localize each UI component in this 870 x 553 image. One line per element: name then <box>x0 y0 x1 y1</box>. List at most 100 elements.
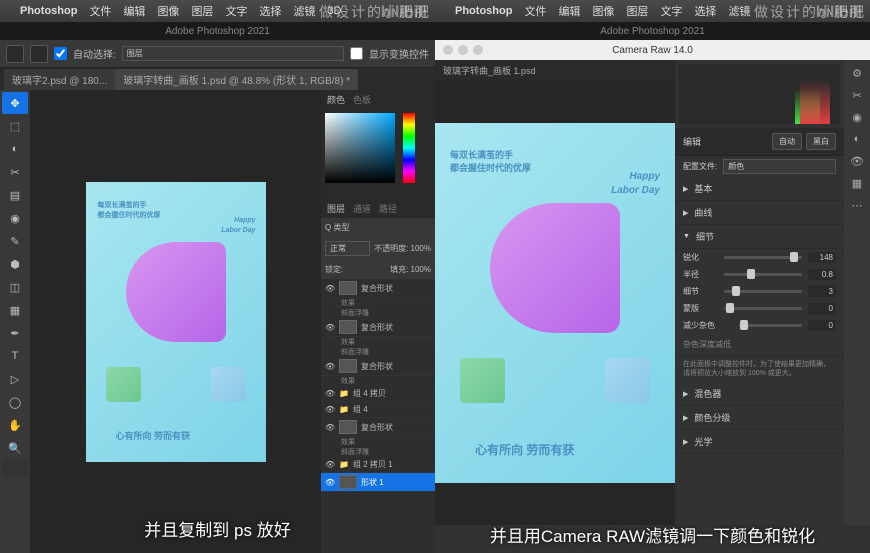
hue-slider[interactable] <box>403 113 415 183</box>
menu-file[interactable]: 文件 <box>89 3 111 19</box>
redeye-icon[interactable]: 👁 <box>848 152 866 170</box>
color-tab[interactable]: 颜色 <box>327 93 345 106</box>
transform-checkbox[interactable] <box>350 47 363 60</box>
blend-mode-dropdown[interactable]: 正常 <box>325 241 370 256</box>
color-picker[interactable] <box>321 109 435 199</box>
slider-thumb[interactable] <box>740 320 748 330</box>
auto-select-checkbox[interactable] <box>54 47 67 60</box>
layers-list[interactable]: 👁复合形状 效果 斜面浮雕 👁复合形状 效果 斜面浮雕 👁复合形状 效果 👁📁组… <box>321 279 435 553</box>
canvas-area[interactable]: 每双长满茧的手 都会握住时代的优厚 Happy Labor Day 心有所向 劳… <box>30 90 321 553</box>
pen-tool[interactable]: ✒ <box>2 322 28 344</box>
brush-tool[interactable]: ✎ <box>2 230 28 252</box>
preset-icon[interactable]: ▦ <box>848 174 866 192</box>
lasso-tool[interactable]: ◐ <box>2 138 28 160</box>
hand-tool[interactable]: ✋ <box>2 414 28 436</box>
layer-item[interactable]: 👁复合形状 <box>321 279 435 298</box>
menu-file[interactable]: 文件 <box>524 3 546 19</box>
layers-tab[interactable]: 图层 <box>327 202 345 215</box>
detail-section[interactable]: ▼细节 <box>675 225 844 249</box>
color-field[interactable] <box>325 113 395 183</box>
color-grade-section[interactable]: ▶颜色分级 <box>675 406 844 430</box>
menu-type[interactable]: 文字 <box>225 3 247 19</box>
curve-section[interactable]: ▶曲线 <box>675 201 844 225</box>
sharpen-value[interactable]: 148 <box>808 252 836 263</box>
mask-icon[interactable]: ◐ <box>848 130 866 148</box>
layer-item[interactable]: 👁复合形状 <box>321 418 435 437</box>
cr-doc-tab[interactable]: 玻璃字转曲_画板 1.psd <box>435 60 675 81</box>
optics-section[interactable]: ▶光学 <box>675 430 844 454</box>
move-tool-icon[interactable] <box>30 45 48 63</box>
min-dot[interactable] <box>458 45 468 55</box>
visibility-icon[interactable]: 👁 <box>325 405 335 414</box>
channels-tab[interactable]: 通道 <box>353 202 371 215</box>
zoom-tool[interactable]: 🔍 <box>2 437 28 459</box>
close-dot[interactable] <box>443 45 453 55</box>
auto-button[interactable]: 自动 <box>772 133 802 150</box>
sharpen-track[interactable] <box>724 256 802 259</box>
slider-thumb[interactable] <box>726 303 734 313</box>
menu-photoshop[interactable]: Photoshop <box>20 5 77 17</box>
visibility-icon[interactable]: 👁 <box>325 460 335 469</box>
home-icon[interactable] <box>6 45 24 63</box>
layer-item-selected[interactable]: 👁形状 1 <box>321 473 435 492</box>
menu-type[interactable]: 文字 <box>660 3 682 19</box>
layer-fx[interactable]: 效果 <box>321 337 435 347</box>
swatches-tab[interactable]: 色板 <box>353 93 371 106</box>
layer-fx-bevel[interactable]: 斜面浮雕 <box>321 308 435 318</box>
marquee-tool[interactable]: ⬚ <box>2 115 28 137</box>
stamp-tool[interactable]: ⬢ <box>2 253 28 275</box>
layer-item[interactable]: 👁复合形状 <box>321 357 435 376</box>
menu-layer[interactable]: 图层 <box>626 3 648 19</box>
visibility-icon[interactable]: 👁 <box>325 362 335 371</box>
eyedropper-tool[interactable]: ◉ <box>2 207 28 229</box>
radius-value[interactable]: 0.8 <box>808 269 836 280</box>
menu-edit[interactable]: 编辑 <box>123 3 145 19</box>
menu-edit[interactable]: 编辑 <box>558 3 580 19</box>
menu-filter[interactable]: 滤镜 <box>728 3 750 19</box>
noise-value[interactable]: 0 <box>808 320 836 331</box>
menu-layer[interactable]: 图层 <box>191 3 213 19</box>
radius-track[interactable] <box>724 273 802 276</box>
edit-icon[interactable]: ⚙ <box>848 64 866 82</box>
fg-color[interactable] <box>2 460 28 476</box>
paths-tab[interactable]: 路径 <box>379 202 397 215</box>
visibility-icon[interactable]: 👁 <box>325 389 335 398</box>
move-tool[interactable]: ✥ <box>2 92 28 114</box>
visibility-icon[interactable]: 👁 <box>325 423 335 432</box>
doc-tab-1[interactable]: 玻璃字转曲_画板 1.psd @ 48.8% (形状 1, RGB/8) * <box>115 69 358 90</box>
frame-tool[interactable]: ▤ <box>2 184 28 206</box>
layer-fx-bevel[interactable]: 斜面浮雕 <box>321 347 435 357</box>
cr-preview-canvas[interactable]: 每双长满茧的手 都会握住时代的优厚 Happy Labor Day 心有所向 劳… <box>435 123 675 483</box>
gradient-tool[interactable]: ▦ <box>2 299 28 321</box>
mixer-section[interactable]: ▶混色器 <box>675 382 844 406</box>
auto-select-dropdown[interactable]: 图层 <box>122 46 344 61</box>
heal-icon[interactable]: ◉ <box>848 108 866 126</box>
crop-icon[interactable]: ✂ <box>848 86 866 104</box>
basic-section[interactable]: ▶基本 <box>675 177 844 201</box>
noise-depth-row[interactable]: 杂色深度减低 <box>675 334 844 356</box>
menu-select[interactable]: 选择 <box>694 3 716 19</box>
noise-track[interactable] <box>739 324 802 327</box>
mask-value[interactable]: 0 <box>808 303 836 314</box>
type-tool[interactable]: T <box>2 345 28 367</box>
layer-item[interactable]: 👁复合形状 <box>321 318 435 337</box>
doc-tab-2[interactable]: 玻璃字2.psd @ 180... <box>4 69 115 90</box>
layer-fx[interactable]: 效果 <box>321 437 435 447</box>
mask-track[interactable] <box>724 307 802 310</box>
menu-image[interactable]: 图像 <box>157 3 179 19</box>
menu-image[interactable]: 图像 <box>592 3 614 19</box>
slider-thumb[interactable] <box>732 286 740 296</box>
visibility-icon[interactable]: 👁 <box>325 284 335 293</box>
detail-value[interactable]: 3 <box>808 286 836 297</box>
visibility-icon[interactable]: 👁 <box>325 323 335 332</box>
layer-folder[interactable]: 👁📁组 4 拷贝 <box>321 386 435 402</box>
layer-folder[interactable]: 👁📁组 4 <box>321 402 435 418</box>
menu-photoshop[interactable]: Photoshop <box>455 5 512 17</box>
bw-button[interactable]: 黑白 <box>806 133 836 150</box>
crop-tool[interactable]: ✂ <box>2 161 28 183</box>
path-tool[interactable]: ▷ <box>2 368 28 390</box>
menu-filter[interactable]: 滤镜 <box>293 3 315 19</box>
layer-fx-bevel[interactable]: 斜面浮雕 <box>321 447 435 457</box>
histogram[interactable] <box>679 64 840 124</box>
visibility-icon[interactable]: 👁 <box>325 478 335 487</box>
